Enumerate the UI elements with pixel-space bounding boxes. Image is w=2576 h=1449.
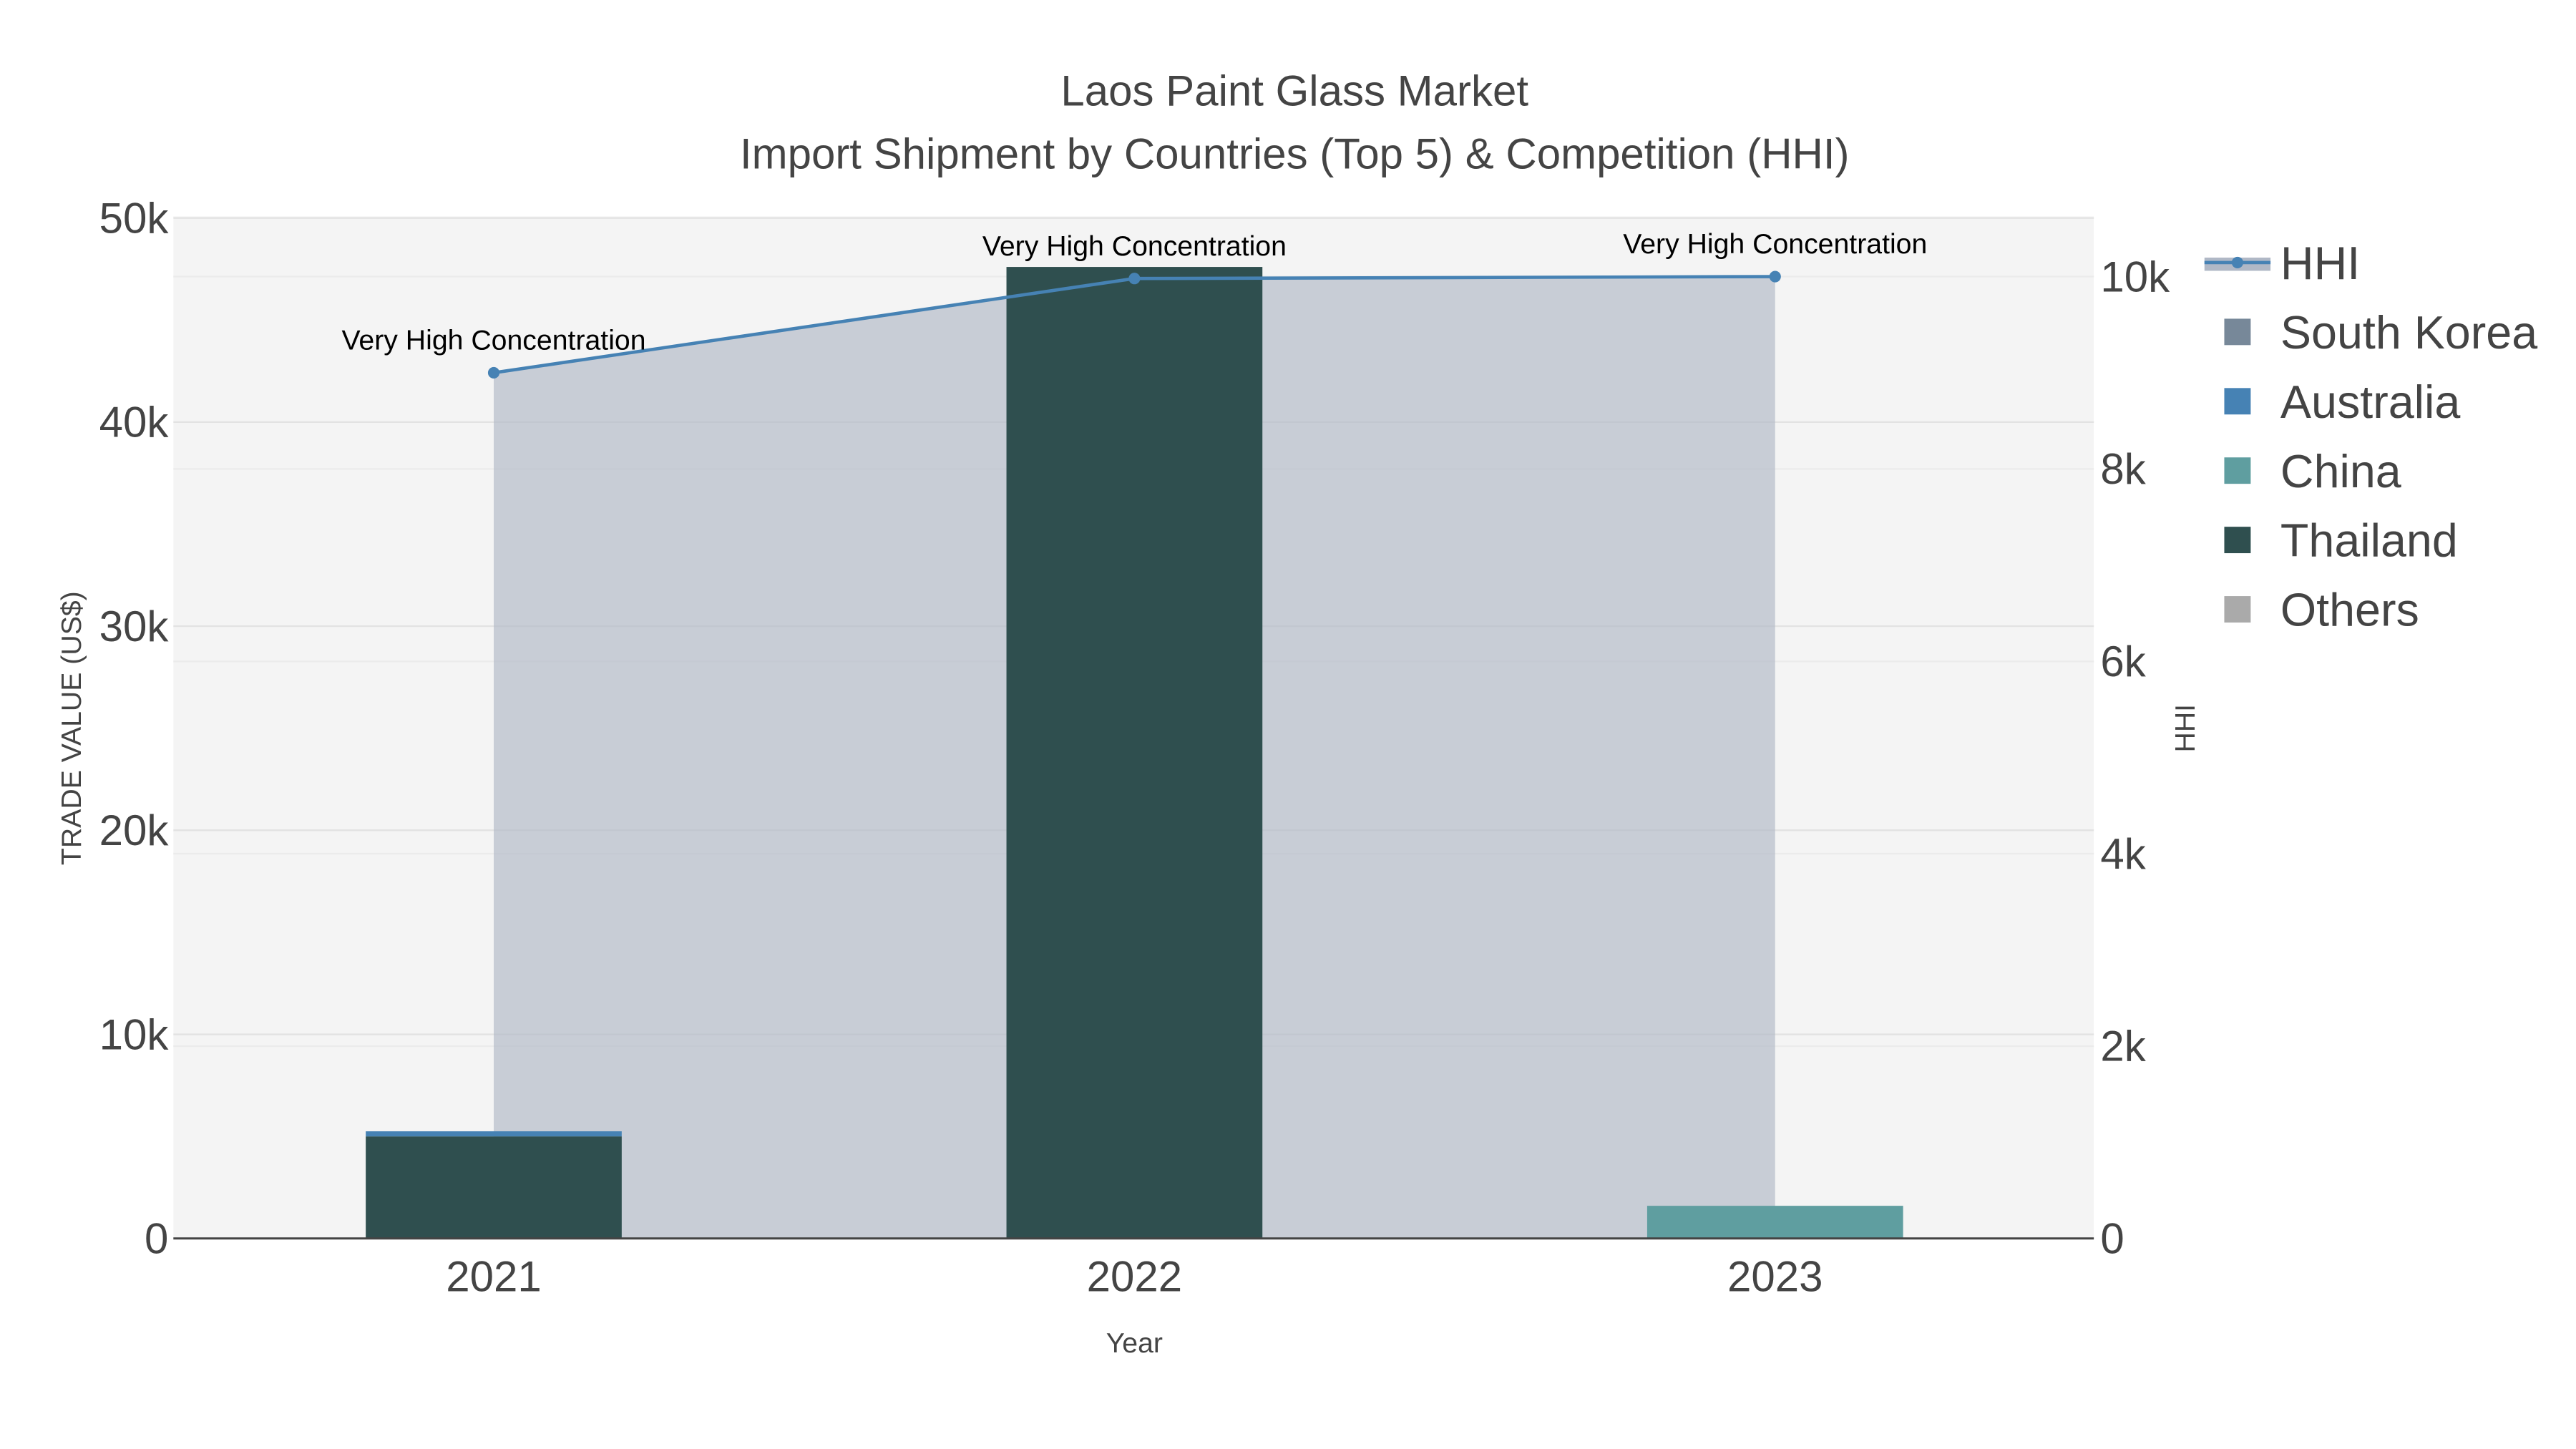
legend-label: South Korea [2280, 307, 2537, 358]
y2-tick-label: 6k [2100, 638, 2146, 686]
y2-tick-label: 4k [2100, 830, 2146, 878]
hhi-point [1769, 270, 1781, 283]
legend: HHI South Korea Australia China Thailand Othe… [2204, 238, 2537, 636]
legend-label: Australia [2280, 376, 2460, 428]
chart: Very High Concentration Very High Concent… [56, 67, 2537, 1359]
legend-hhi-marker-icon [2231, 256, 2243, 268]
x-tick-label: 2022 [1087, 1253, 1182, 1301]
hhi-point [487, 366, 500, 379]
chart-title: Laos Paint Glass Market [1060, 67, 1528, 115]
x-tick-label: 2021 [446, 1253, 541, 1301]
hhi-annotation: Very High Concentration [1623, 228, 1927, 260]
y2-axis-title: HHI [2170, 704, 2201, 753]
y-tick-label: 50k [99, 194, 170, 242]
x-axis-title: Year [1106, 1327, 1163, 1359]
legend-swatch [2224, 596, 2251, 623]
y2-tick-label: 8k [2100, 445, 2146, 493]
bar-australia [366, 1131, 622, 1137]
legend-swatch [2224, 318, 2251, 346]
y-tick-label: 20k [99, 806, 170, 854]
legend-label: Thailand [2280, 515, 2458, 567]
legend-label: China [2280, 446, 2401, 497]
y-tick-label: 30k [99, 602, 170, 650]
hhi-point [1128, 273, 1141, 285]
legend-label: Others [2280, 585, 2419, 636]
bar-thailand [1006, 267, 1263, 1239]
legend-swatch [2224, 527, 2251, 554]
y-tick-label: 0 [145, 1215, 168, 1263]
y-axis-title: TRADE VALUE (US$) [56, 591, 87, 865]
y2-tick-label: 0 [2100, 1215, 2124, 1263]
legend-swatch [2224, 457, 2251, 484]
y-tick-label: 10k [99, 1010, 170, 1058]
hhi-annotation: Very High Concentration [982, 230, 1287, 262]
y2-tick-label: 10k [2100, 253, 2170, 301]
bar-china [1646, 1206, 1903, 1239]
chart-subtitle: Import Shipment by Countries (Top 5) & C… [740, 130, 1850, 177]
hhi-annotation: Very High Concentration [341, 325, 645, 356]
y-tick-label: 40k [99, 399, 170, 447]
x-tick-label: 2023 [1727, 1253, 1823, 1301]
y2-tick-label: 2k [2100, 1023, 2146, 1070]
legend-label: HHI [2280, 238, 2360, 289]
bar-thailand [366, 1136, 622, 1239]
legend-swatch [2224, 388, 2251, 415]
